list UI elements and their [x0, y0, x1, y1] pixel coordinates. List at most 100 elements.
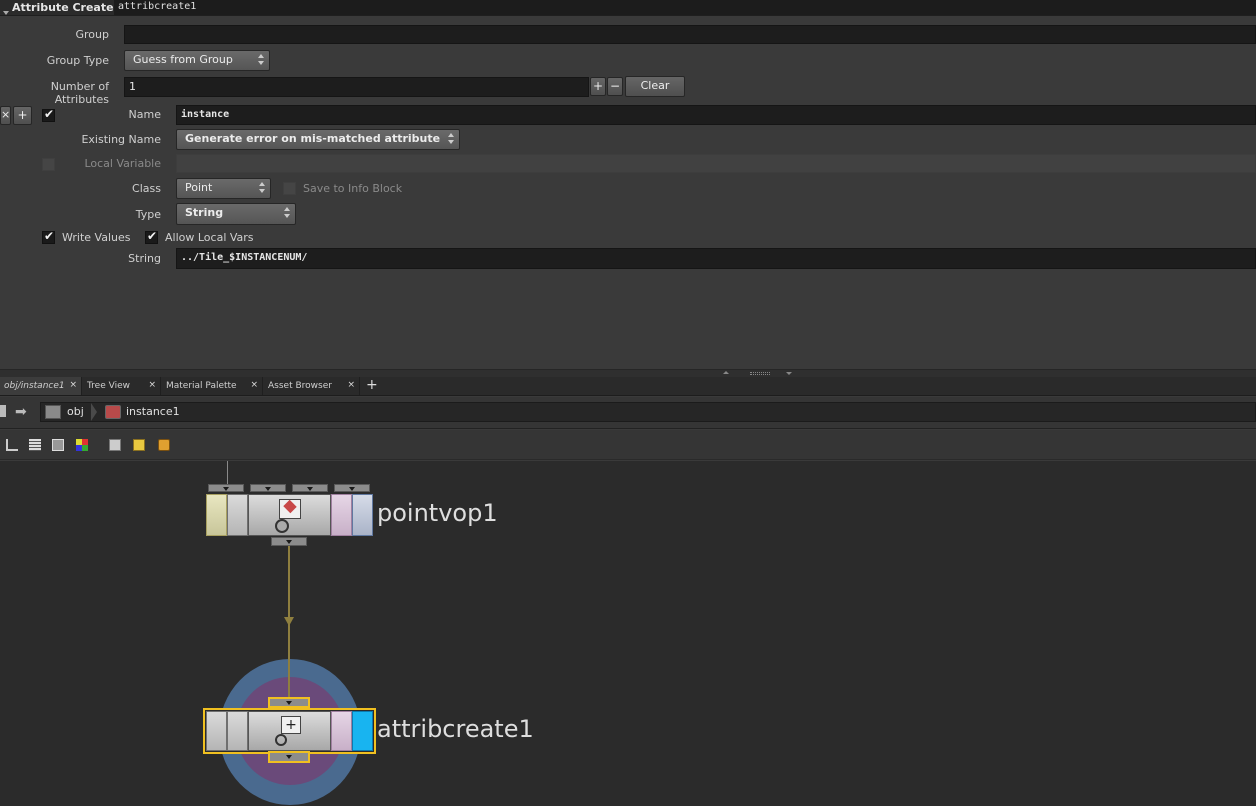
lock-flag[interactable] [227, 494, 248, 536]
group-input[interactable] [124, 25, 1256, 44]
existing-name-menu[interactable]: Generate error on mis-matched attribute [176, 129, 460, 150]
input-connector[interactable] [208, 484, 244, 492]
save-info-label: Save to Info Block [303, 182, 403, 195]
input-connector[interactable] [292, 484, 328, 492]
node-wire [288, 659, 290, 699]
updown-arrows-icon [282, 206, 292, 220]
display-flag[interactable] [352, 494, 373, 536]
geo-node-icon [105, 405, 121, 419]
node-body[interactable] [248, 494, 331, 536]
network-toolbar [0, 430, 1256, 460]
node-attribcreate1[interactable]: + [203, 708, 376, 754]
input-connector[interactable] [334, 484, 370, 492]
node-label-attribcreate1[interactable]: attribcreate1 [377, 715, 534, 743]
allow-local-vars-label: Allow Local Vars [165, 231, 254, 244]
close-icon[interactable]: × [347, 380, 355, 390]
class-value: Point [185, 181, 213, 194]
expand-up-icon[interactable] [723, 371, 729, 374]
detail-view-icon[interactable] [52, 439, 64, 451]
add-instance-button[interactable]: + [13, 106, 32, 125]
allow-local-vars-checkbox[interactable] [145, 229, 158, 244]
back-arrow-icon[interactable] [0, 405, 8, 417]
write-values-checkbox[interactable] [42, 229, 55, 244]
attribute-dot-icon [275, 734, 287, 746]
type-value: String [185, 206, 224, 219]
output-connector[interactable] [271, 537, 307, 546]
decrement-button[interactable]: − [607, 77, 623, 96]
existing-name-label: Existing Name [81, 133, 161, 146]
subnet-box-icon[interactable] [158, 439, 170, 451]
pane-splitter[interactable] [0, 369, 1256, 377]
tab-label: Tree View [87, 381, 130, 391]
tab-network[interactable]: obj/instance1 × [0, 377, 82, 395]
add-attribute-icon: + [281, 716, 301, 734]
close-icon[interactable]: × [69, 380, 77, 390]
add-tab-button[interactable]: + [366, 377, 378, 393]
class-menu[interactable]: Point [176, 178, 271, 199]
updown-arrows-icon [256, 53, 266, 67]
input-connector[interactable] [250, 484, 286, 492]
tab-label: obj/instance1 [4, 381, 65, 391]
close-icon[interactable]: × [250, 380, 258, 390]
obj-context-icon [45, 405, 61, 419]
local-variable-checkbox[interactable] [42, 158, 55, 171]
operator-type-label: Attribute Create [12, 1, 114, 14]
node-pointvop1[interactable] [206, 494, 373, 536]
tab-material-palette[interactable]: Material Palette × [162, 377, 263, 395]
color-palette-icon[interactable] [76, 439, 88, 451]
vop-network-icon [279, 499, 301, 519]
group-type-menu[interactable]: Guess from Group [124, 50, 270, 71]
operator-menu-arrow-icon[interactable] [3, 11, 9, 15]
group-type-label: Group Type [46, 54, 109, 67]
breadcrumb-instance[interactable]: instance1 [126, 405, 180, 418]
node-body[interactable]: + [248, 711, 331, 751]
type-label: Type [135, 208, 161, 221]
local-variable-input[interactable] [176, 154, 1256, 173]
tree-layout-icon[interactable] [6, 439, 18, 451]
template-flag[interactable] [331, 494, 352, 536]
display-flag[interactable] [352, 711, 373, 751]
sticky-note-icon[interactable] [133, 439, 145, 451]
close-icon[interactable]: × [148, 380, 156, 390]
updown-arrows-icon [446, 132, 456, 146]
num-attributes-input[interactable]: 1 [124, 77, 589, 97]
splitter-grip-icon[interactable] [750, 372, 770, 375]
bypass-flag[interactable] [206, 494, 227, 536]
vop-dot-icon [275, 519, 289, 533]
parameter-pane: Attribute Create attribcreate1 Group Gro… [0, 0, 1256, 372]
string-label: String [128, 252, 161, 265]
template-flag[interactable] [331, 711, 352, 751]
remove-instance-button[interactable]: × [0, 106, 11, 125]
updown-arrows-icon [257, 181, 267, 195]
list-view-icon[interactable] [29, 439, 41, 451]
network-box-icon[interactable] [109, 439, 121, 451]
node-label-pointvop1[interactable]: pointvop1 [377, 499, 498, 527]
breadcrumb-obj[interactable]: obj [67, 405, 84, 418]
string-input[interactable]: ../Tile_$INSTANCENUM/ [176, 248, 1256, 269]
node-name-field[interactable]: attribcreate1 [114, 0, 1256, 15]
name-label: Name [128, 108, 161, 121]
clear-button[interactable]: Clear [625, 76, 685, 97]
input-connector[interactable] [268, 697, 310, 708]
forward-arrow-icon[interactable]: ➡ [15, 404, 27, 420]
enable-attribute-checkbox[interactable] [42, 107, 55, 122]
pane-tab-bar: obj/instance1 × Tree View × Material Pal… [0, 377, 1256, 396]
type-menu[interactable]: String [176, 203, 296, 225]
tab-label: Material Palette [166, 381, 237, 391]
expand-down-icon[interactable] [786, 372, 792, 375]
save-info-checkbox[interactable] [283, 182, 296, 195]
network-editor[interactable]: pointvop1 + attribcreate1 [0, 461, 1256, 806]
group-label: Group [75, 28, 110, 41]
path-bar: ➡ obj instance1 [0, 397, 1256, 429]
increment-button[interactable]: + [590, 77, 606, 96]
bypass-flag[interactable] [206, 711, 227, 751]
breadcrumb: obj instance1 [40, 402, 1256, 422]
tab-tree-view[interactable]: Tree View × [83, 377, 161, 395]
name-input[interactable]: instance [176, 105, 1256, 125]
class-label: Class [132, 182, 161, 195]
output-connector[interactable] [268, 751, 310, 763]
tab-asset-browser[interactable]: Asset Browser × [264, 377, 360, 395]
num-attributes-label: Number of Attributes [50, 80, 109, 106]
lock-flag[interactable] [227, 711, 248, 751]
vop-heart-shape [283, 499, 297, 514]
